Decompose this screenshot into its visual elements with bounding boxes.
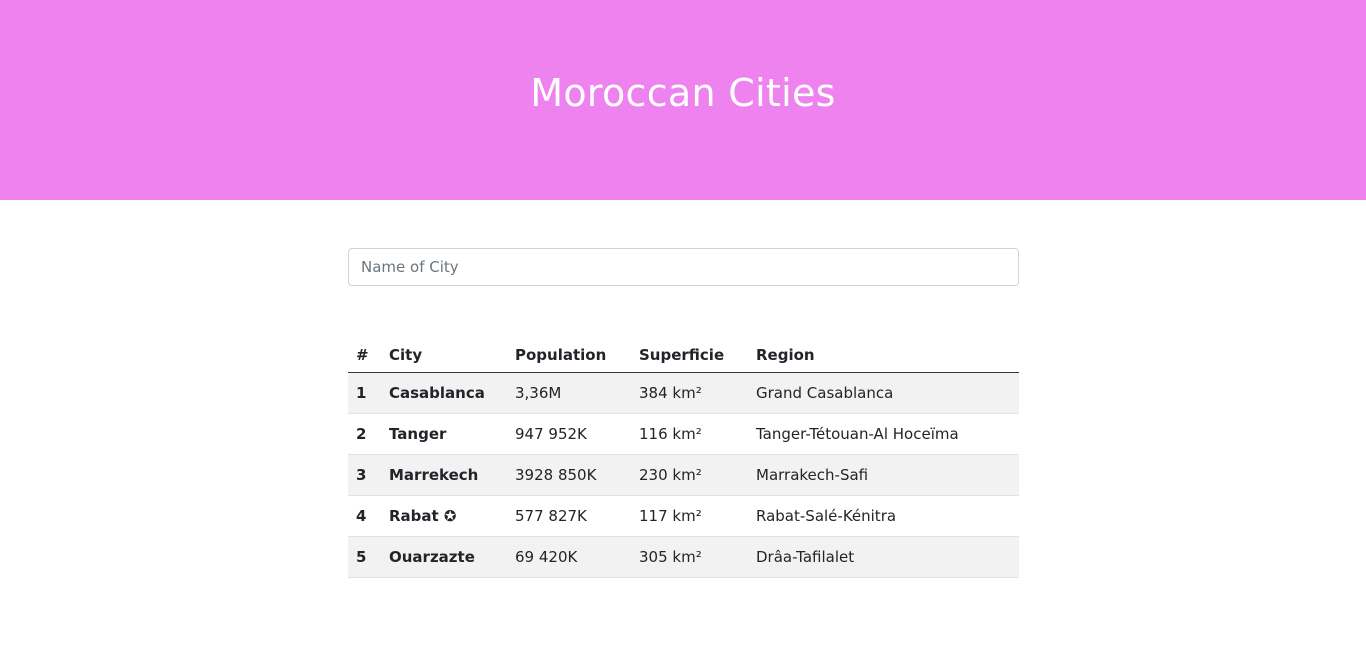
- cell-population: 3928 850K: [507, 454, 631, 496]
- cell-population: 3,36M: [507, 372, 631, 414]
- cell-index: 4: [348, 495, 381, 537]
- cell-superficie: 384 km²: [631, 372, 748, 414]
- table-row: 3 Marrekech 3928 850K 230 km² Marrakech-…: [348, 454, 1019, 496]
- column-header-city: City: [381, 338, 507, 373]
- table-row: 4 Rabat ✪ 577 827K 117 km² Rabat-Salé-Ké…: [348, 495, 1019, 537]
- cell-index: 1: [348, 372, 381, 414]
- table-header: # City Population Superficie Region: [348, 338, 1019, 373]
- table-row: 2 Tanger 947 952K 116 km² Tanger-Tétouan…: [348, 413, 1019, 455]
- cell-region: Rabat-Salé-Kénitra: [748, 495, 1019, 537]
- cell-city: Tanger: [381, 413, 507, 455]
- cell-region: Drâa-Tafilalet: [748, 536, 1019, 578]
- cell-city: Casablanca: [381, 372, 507, 414]
- main-content: # City Population Superficie Region 1 Ca…: [348, 248, 1019, 578]
- column-header-population: Population: [507, 338, 631, 373]
- city-search-input[interactable]: [348, 248, 1019, 286]
- column-header-region: Region: [748, 338, 1019, 373]
- table-body: 1 Casablanca 3,36M 384 km² Grand Casabla…: [348, 372, 1019, 578]
- table-header-row: # City Population Superficie Region: [348, 338, 1019, 373]
- cell-city: Marrekech: [381, 454, 507, 496]
- page-title: Moroccan Cities: [530, 71, 836, 115]
- page-header: Moroccan Cities: [0, 0, 1366, 200]
- cell-region: Grand Casablanca: [748, 372, 1019, 414]
- table-row: 1 Casablanca 3,36M 384 km² Grand Casabla…: [348, 372, 1019, 414]
- cell-superficie: 116 km²: [631, 413, 748, 455]
- cities-table: # City Population Superficie Region 1 Ca…: [348, 338, 1019, 578]
- cell-index: 5: [348, 536, 381, 578]
- cell-superficie: 117 km²: [631, 495, 748, 537]
- column-header-superficie: Superficie: [631, 338, 748, 373]
- cell-index: 2: [348, 413, 381, 455]
- cell-population: 69 420K: [507, 536, 631, 578]
- column-header-index: #: [348, 338, 381, 373]
- cell-city: Ouarzazte: [381, 536, 507, 578]
- cell-superficie: 230 km²: [631, 454, 748, 496]
- cell-region: Tanger-Tétouan-Al Hoceïma: [748, 413, 1019, 455]
- cell-superficie: 305 km²: [631, 536, 748, 578]
- cell-index: 3: [348, 454, 381, 496]
- cell-city: Rabat ✪: [381, 495, 507, 537]
- cell-population: 577 827K: [507, 495, 631, 537]
- cell-population: 947 952K: [507, 413, 631, 455]
- table-row: 5 Ouarzazte 69 420K 305 km² Drâa-Tafilal…: [348, 536, 1019, 578]
- cell-region: Marrakech-Safi: [748, 454, 1019, 496]
